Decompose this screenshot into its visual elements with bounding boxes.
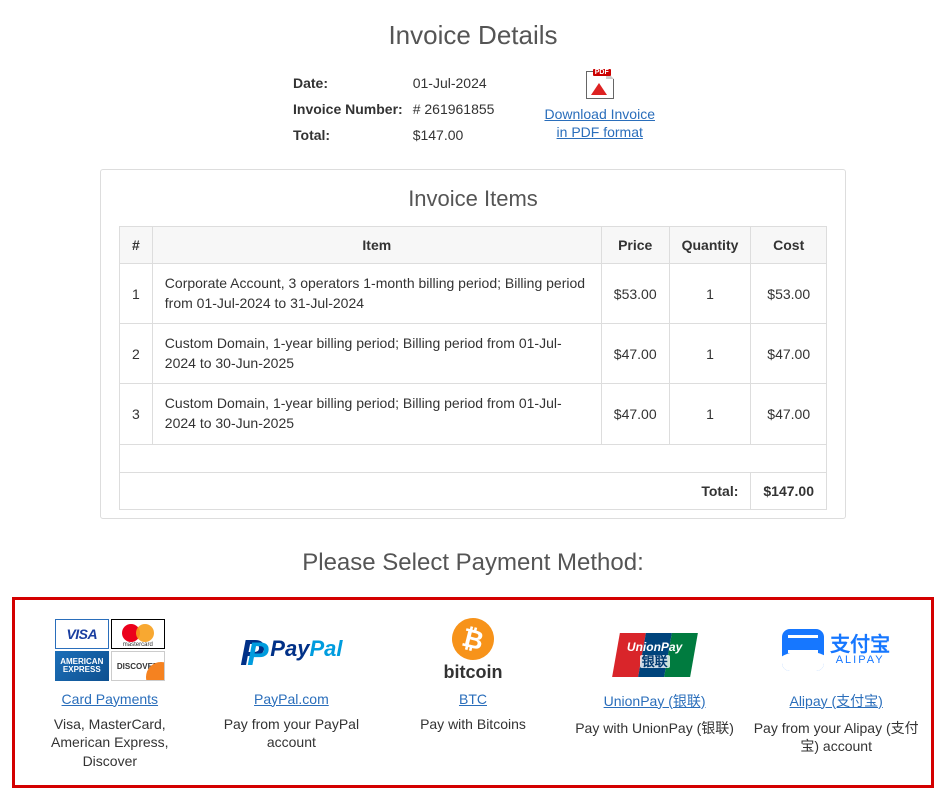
invoice-items-title: Invoice Items [119,186,827,212]
alipay-logo: 支付宝 ALIPAY [747,618,925,683]
table-row: 1Corporate Account, 3 operators 1-month … [120,264,827,324]
invoice-details-table: Date: 01-Jul-2024 Invoice Number: # 2619… [291,69,504,149]
pdf-link-line2: in PDF format [557,124,643,140]
items-total-label: Total: [120,472,751,509]
row-qty: 1 [669,324,751,384]
total-label: Total: [293,123,411,147]
date-label: Date: [293,71,411,95]
table-row: 2Custom Domain, 1-year billing period; B… [120,324,827,384]
row-item: Custom Domain, 1-year billing period; Bi… [152,384,601,444]
payment-method-alipay[interactable]: 支付宝 ALIPAY Alipay (支付宝) Pay from your Al… [747,618,925,772]
unionpay-link[interactable]: UnionPay (银联) [604,691,706,711]
col-num: # [120,227,153,264]
col-qty: Quantity [669,227,751,264]
alipay-link[interactable]: Alipay (支付宝) [789,691,882,711]
row-cost: $47.00 [751,384,827,444]
bitcoin-logo: ₿ bitcoin [384,618,562,683]
row-cost: $47.00 [751,324,827,384]
col-item: Item [152,227,601,264]
card-payments-desc: Visa, MasterCard, American Express, Disc… [21,715,199,772]
row-price: $47.00 [601,384,669,444]
mastercard-icon: mastercard [111,619,165,649]
alipay-en: ALIPAY [830,655,890,666]
payment-method-btc[interactable]: ₿ bitcoin BTC Pay with Bitcoins [384,618,562,772]
row-qty: 1 [669,264,751,324]
bitcoin-icon: ₿ [448,613,499,664]
cards-logo-group: VISA mastercard AMERICAN EXPRESS DISCOVE… [21,618,199,683]
discover-icon: DISCOVER [111,651,165,681]
row-qty: 1 [669,384,751,444]
alipay-cn: 支付宝 [830,635,890,655]
date-value: 01-Jul-2024 [413,71,503,95]
invoice-items-table: # Item Price Quantity Cost 1Corporate Ac… [119,226,827,510]
visa-icon: VISA [55,619,109,649]
total-value: $147.00 [413,123,503,147]
select-payment-title: Please Select Payment Method: [0,549,946,577]
row-num: 2 [120,324,153,384]
page-title: Invoice Details [0,20,946,51]
pdf-link-line1: Download Invoice [544,106,655,122]
row-item: Custom Domain, 1-year billing period; Bi… [152,324,601,384]
invoice-number-value: # 261961855 [413,97,503,121]
pdf-icon[interactable]: PDF [585,69,615,99]
download-pdf-link[interactable]: Download Invoice in PDF format [544,105,655,141]
pdf-download-block: PDF Download Invoice in PDF format [544,69,655,149]
table-row: 3Custom Domain, 1-year billing period; B… [120,384,827,444]
row-price: $53.00 [601,264,669,324]
bitcoin-word: bitcoin [443,662,502,683]
payment-methods-box: VISA mastercard AMERICAN EXPRESS DISCOVE… [12,597,934,789]
invoice-details-row: Date: 01-Jul-2024 Invoice Number: # 2619… [0,69,946,149]
invoice-items-panel: Invoice Items # Item Price Quantity Cost… [100,169,846,519]
row-cost: $53.00 [751,264,827,324]
unionpay-desc: Pay with UnionPay (银联) [566,719,744,738]
paypal-icon: PP [240,632,268,668]
paypal-desc: Pay from your PayPal account [203,715,381,753]
payment-method-unionpay[interactable]: UnionPay银联 UnionPay (银联) Pay with UnionP… [566,618,744,772]
row-item: Corporate Account, 3 operators 1-month b… [152,264,601,324]
btc-link[interactable]: BTC [459,691,487,707]
row-price: $47.00 [601,324,669,384]
row-num: 3 [120,384,153,444]
paypal-logo: PPPayPal [203,618,381,683]
invoice-number-label: Invoice Number: [293,97,411,121]
alipay-desc: Pay from your Alipay (支付宝) account [747,719,925,757]
payment-method-paypal[interactable]: PPPayPal PayPal.com Pay from your PayPal… [203,618,381,772]
paypal-link[interactable]: PayPal.com [254,691,329,707]
row-num: 1 [120,264,153,324]
col-cost: Cost [751,227,827,264]
amex-icon: AMERICAN EXPRESS [55,651,109,681]
payment-method-cards[interactable]: VISA mastercard AMERICAN EXPRESS DISCOVE… [21,618,199,772]
unionpay-logo: UnionPay银联 [566,618,744,683]
btc-desc: Pay with Bitcoins [384,715,562,734]
card-payments-link[interactable]: Card Payments [62,691,158,707]
col-price: Price [601,227,669,264]
items-total-value: $147.00 [751,472,827,509]
alipay-icon [782,629,824,671]
